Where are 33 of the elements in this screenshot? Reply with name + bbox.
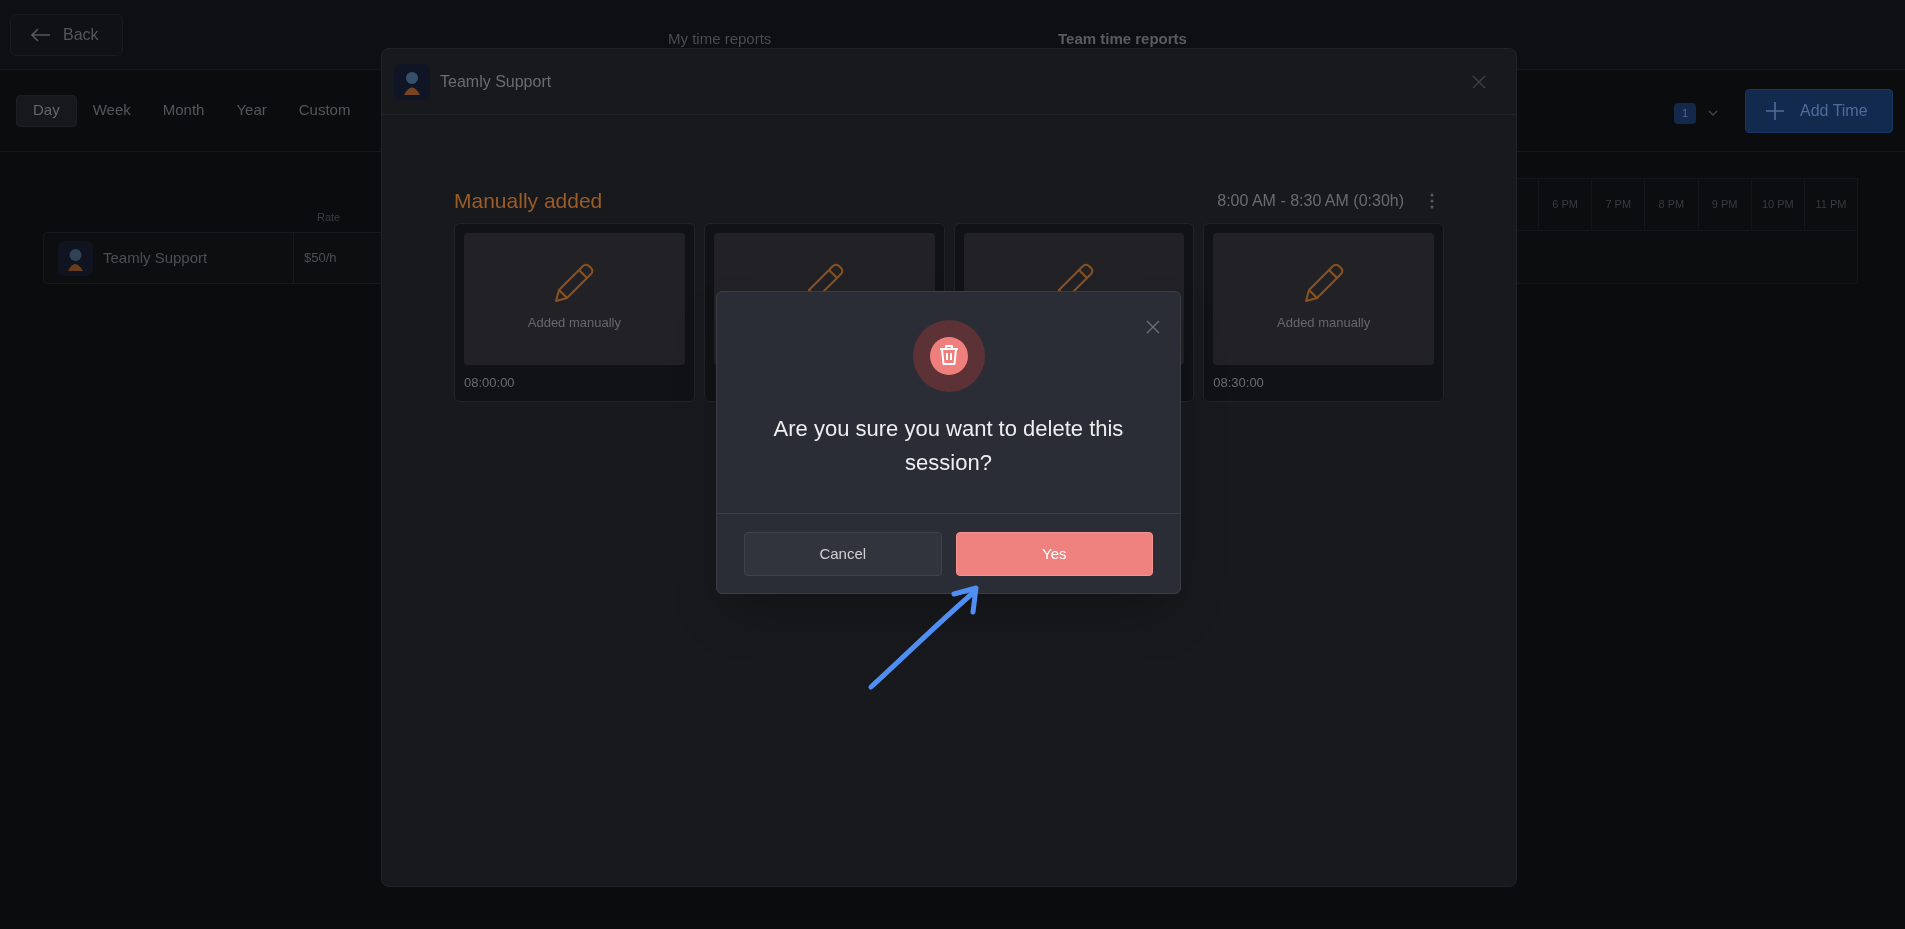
session-card[interactable]: Added manually 08:30:00 bbox=[1203, 223, 1444, 402]
time-range: 8:00 AM - 8:30 AM (0:30h) bbox=[1217, 191, 1404, 211]
count-badge: 1 bbox=[1674, 103, 1697, 124]
tab[interactable]: Team time reports bbox=[1058, 28, 1187, 51]
avatar-icon bbox=[58, 240, 93, 276]
card-time: 08:00:00 bbox=[464, 374, 516, 392]
period-tab[interactable]: Day bbox=[16, 94, 77, 127]
member-name: Teamly Support bbox=[103, 247, 209, 268]
close-icon[interactable] bbox=[1146, 320, 1160, 334]
back-arrow-icon bbox=[31, 27, 51, 42]
period-tab[interactable]: Year bbox=[220, 94, 283, 127]
close-icon[interactable] bbox=[1472, 74, 1486, 89]
rate-value: $50/h bbox=[293, 233, 337, 283]
card-time: 08:30:00 bbox=[1213, 374, 1265, 392]
card-label: Added manually bbox=[1277, 314, 1371, 332]
period-tab[interactable]: Week bbox=[76, 94, 147, 127]
tab[interactable]: My time reports bbox=[668, 28, 772, 51]
section-title: Manually added bbox=[454, 188, 603, 215]
cancel-button[interactable]: Cancel bbox=[744, 532, 942, 576]
more-icon[interactable] bbox=[1430, 193, 1434, 209]
avatar-icon bbox=[394, 63, 430, 100]
period-tab[interactable]: Custom bbox=[282, 94, 367, 127]
back-button[interactable]: Back bbox=[10, 13, 123, 56]
add-time-button[interactable]: Add Time bbox=[1745, 89, 1893, 133]
confirm-message: Are you sure you want to delete this session? bbox=[772, 415, 1125, 477]
modal-title: Teamly Support bbox=[440, 71, 552, 92]
session-card[interactable]: Added manually 08:00:00 bbox=[454, 223, 695, 402]
card-label: Added manually bbox=[527, 314, 621, 332]
plus-icon bbox=[1766, 102, 1784, 120]
trash-icon bbox=[912, 320, 985, 392]
period-tab[interactable]: Month bbox=[146, 94, 221, 127]
confirm-button[interactable]: Yes bbox=[955, 532, 1153, 576]
chevron-down-icon[interactable] bbox=[1708, 110, 1719, 117]
